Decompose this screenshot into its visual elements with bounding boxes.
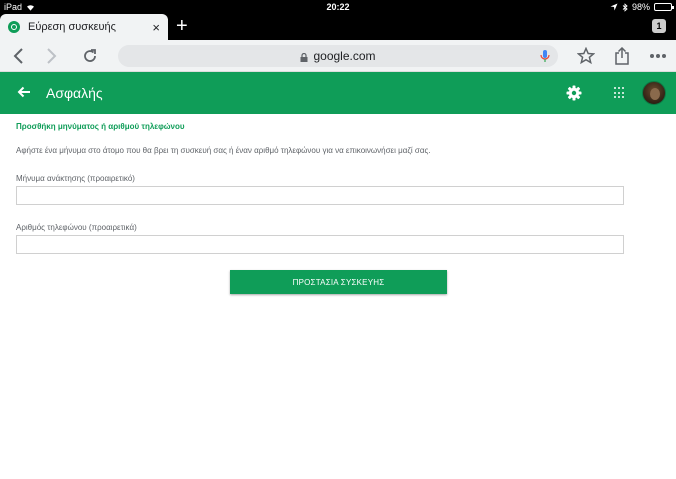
more-horizontal-icon	[650, 54, 666, 58]
message-field-label: Μήνυμα ανάκτησης (προαιρετικό)	[16, 174, 135, 183]
back-arrow-icon[interactable]	[14, 82, 34, 102]
page-title: Ασφαλής	[46, 85, 103, 101]
gear-icon[interactable]	[566, 85, 582, 101]
tab-title: Εύρεση συσκευής	[28, 21, 116, 33]
new-tab-button[interactable]: +	[176, 16, 188, 36]
url-text: google.com	[313, 49, 376, 63]
back-button[interactable]	[6, 44, 30, 68]
reload-icon	[84, 49, 96, 62]
lock-icon	[300, 52, 308, 62]
forward-arrow-icon	[47, 48, 57, 64]
reload-button[interactable]	[78, 44, 102, 68]
more-menu-button[interactable]	[646, 44, 670, 68]
share-icon	[615, 47, 629, 65]
back-arrow-icon	[13, 48, 23, 64]
bookmark-button[interactable]	[574, 44, 598, 68]
share-button[interactable]	[610, 44, 634, 68]
apps-grid-icon[interactable]	[614, 87, 626, 99]
battery-icon	[654, 3, 674, 11]
forward-button[interactable]	[40, 44, 64, 68]
phone-field-label: Αριθμός τηλεφώνου (προαιρετικά)	[16, 223, 137, 232]
mic-icon[interactable]	[538, 49, 552, 63]
bluetooth-icon	[622, 2, 628, 12]
browser-tab[interactable]: Εύρεση συσκευής ×	[0, 14, 168, 40]
section-heading: Προσθήκη μηνύματος ή αριθμού τηλεφώνου	[16, 122, 185, 131]
status-bar: iPad 20:22 98%	[0, 0, 676, 14]
find-device-favicon-icon	[8, 21, 20, 33]
browser-toolbar: google.com	[0, 40, 676, 72]
tab-strip: Εύρεση συσκευής × + 1	[0, 14, 676, 40]
phone-number-input[interactable]	[16, 235, 624, 254]
avatar[interactable]	[642, 81, 666, 105]
status-right: 98%	[610, 2, 674, 12]
protect-device-button[interactable]: ΠΡΟΣΤΑΣΙΑ ΣΥΣΚΕΥΗΣ	[230, 270, 447, 294]
description-text: Αφήστε ένα μήνυμα στο άτομο που θα βρει …	[16, 146, 431, 155]
app-bar: Ασφαλής	[0, 72, 676, 114]
location-icon	[610, 3, 618, 11]
clock: 20:22	[326, 2, 350, 12]
address-bar[interactable]: google.com	[118, 45, 558, 67]
tab-count-button[interactable]: 1	[652, 19, 666, 33]
star-icon	[577, 47, 595, 65]
recovery-message-input[interactable]	[16, 186, 624, 205]
tab-close-button[interactable]: ×	[152, 21, 160, 34]
battery-percent: 98%	[631, 2, 650, 12]
